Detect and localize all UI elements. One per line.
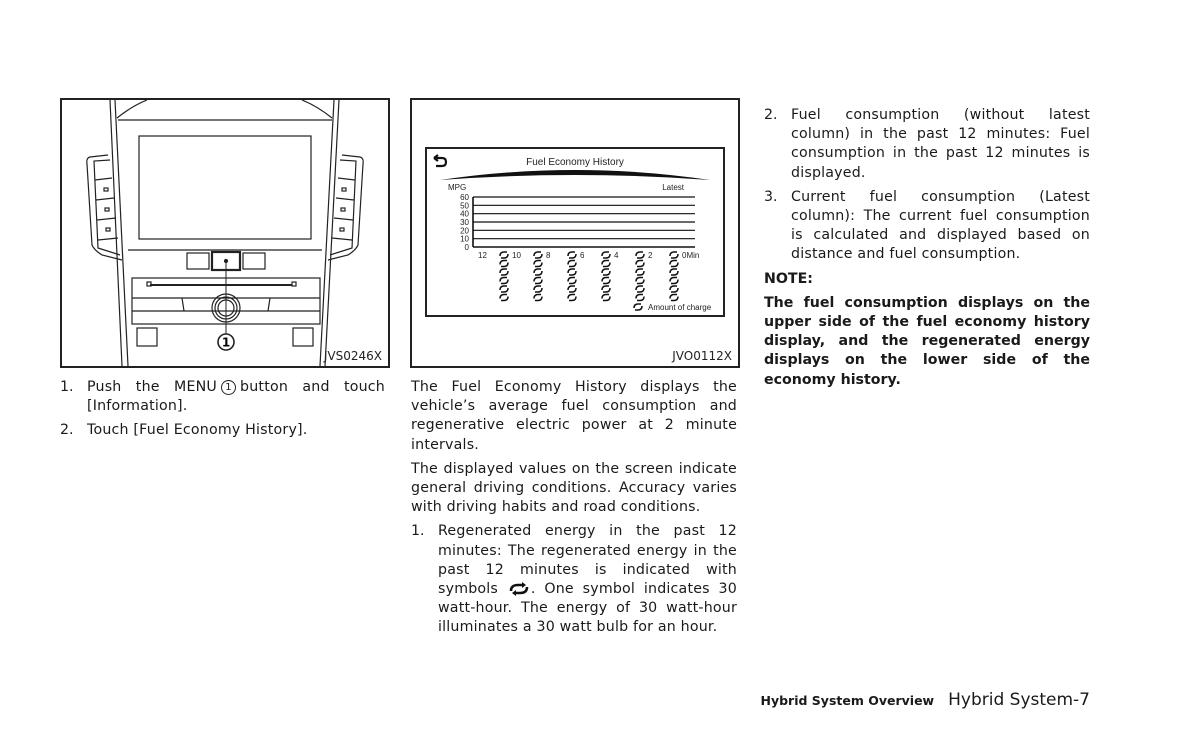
display-screen <box>138 135 312 240</box>
left-button <box>186 252 210 270</box>
list-item-2: 2. Fuel consumption (without latest colu… <box>764 106 1090 183</box>
item-number: 1. <box>411 523 425 540</box>
step-2: 2. Touch [Fuel Economy History]. <box>60 421 385 440</box>
step-number: 2. <box>60 422 74 439</box>
figure-code: JVS0246X <box>323 349 382 363</box>
paragraph: The displayed values on the screen indic… <box>411 460 737 516</box>
fuel-economy-screen-illustration: Fuel Economy History MPG Latest 60 50 40 30… <box>410 98 740 368</box>
column-1: 1. Push the MENU 1 button and touch [Infor… <box>60 378 385 446</box>
latest-label: Latest <box>662 183 685 192</box>
x-tick-label: 10 <box>512 251 521 260</box>
list-item-1: 1. Regenerated energy in the past 12 min… <box>411 522 737 637</box>
screen-title: Fuel Economy History <box>526 157 624 168</box>
x-tick-label: 2 <box>648 251 653 260</box>
list-item-3: 3. Current fuel consumption (Latest colu… <box>764 188 1090 265</box>
right-button <box>242 252 266 270</box>
regen-charge-icon <box>509 582 529 597</box>
note-heading: NOTE: <box>764 270 813 287</box>
note-body: The fuel consumption displays on the upp… <box>764 294 1090 388</box>
item-text: Fuel consumption (without latest column)… <box>791 107 1090 181</box>
page-footer: Hybrid System Overview Hybrid System-7 <box>761 690 1091 710</box>
column-3: 2. Fuel consumption (without latest colu… <box>764 106 1090 390</box>
step-number: 1. <box>60 379 74 395</box>
console-drawing: 1 <box>86 100 364 366</box>
y-unit-label: MPG <box>448 183 466 192</box>
item-text: Current fuel consumption (Latest column)… <box>791 188 1090 263</box>
section-title: Hybrid System Overview <box>760 693 935 708</box>
x-tick-label: 0Min <box>682 251 699 260</box>
x-tick-label: 6 <box>580 251 585 260</box>
x-tick-label: 4 <box>614 251 619 260</box>
paragraph: The Fuel Economy History displays the ve… <box>411 379 737 453</box>
step-text: Touch [Fuel Economy History]. <box>87 422 308 439</box>
item-number: 3. <box>764 188 778 205</box>
legend-label: Amount of charge <box>648 303 712 312</box>
x-tick-label: 8 <box>546 251 551 260</box>
page-number: Hybrid System-7 <box>948 690 1090 710</box>
step-1: 1. Push the MENU 1 button and touch [Infor… <box>60 378 385 416</box>
x-tick-label: 12 <box>478 251 487 260</box>
item-number: 2. <box>764 107 778 123</box>
console-illustration: 1 JVS0246X <box>60 98 390 368</box>
step-text: Push the MENU <box>87 379 218 395</box>
callout-ref: 1 <box>221 380 237 395</box>
column-2: The Fuel Economy History displays the ve… <box>411 378 737 643</box>
y-tick-label: 0 <box>465 243 470 252</box>
figure-code: JVO0112X <box>672 349 732 363</box>
callout-1-label: 1 <box>222 336 230 350</box>
fuel-economy-chart: Fuel Economy History MPG Latest 60504030… <box>425 147 725 317</box>
